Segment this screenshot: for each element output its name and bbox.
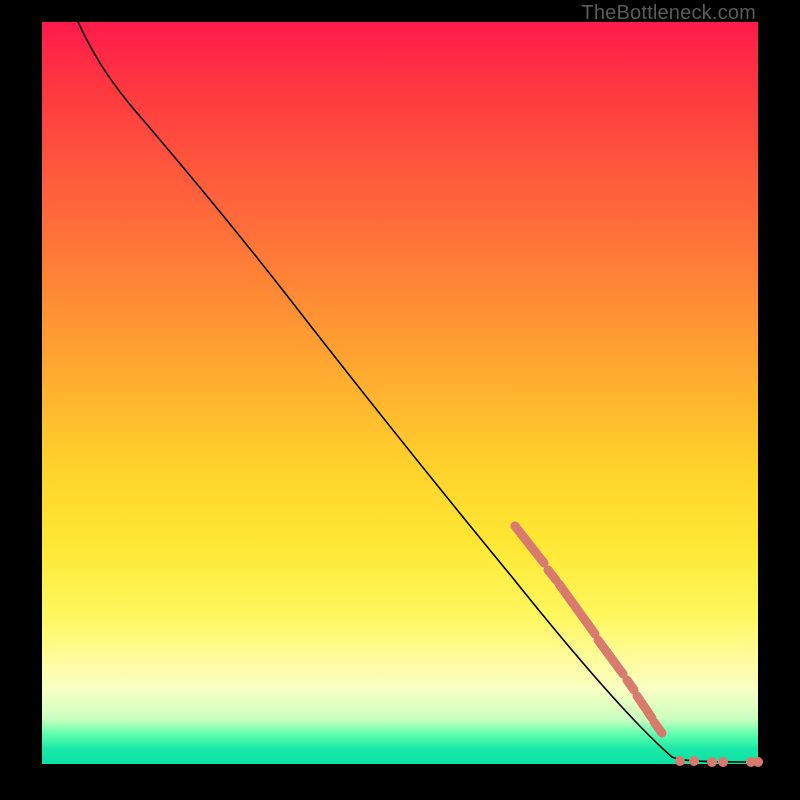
highlight-dash — [559, 584, 595, 634]
highlight-dash — [515, 526, 544, 563]
chart-frame: TheBottleneck.com — [0, 0, 800, 800]
plot-area — [42, 22, 758, 764]
main-curve — [78, 22, 758, 762]
highlight-dash — [598, 640, 623, 674]
curve-svg — [42, 22, 758, 764]
highlight-dash — [548, 570, 556, 580]
highlight-marker — [675, 756, 685, 766]
highlight-marker — [707, 757, 717, 767]
highlight-marker — [689, 756, 699, 766]
highlight-dash — [627, 680, 634, 690]
highlight-marker — [718, 757, 728, 767]
highlight-dash — [637, 696, 652, 718]
watermark-text: TheBottleneck.com — [581, 2, 756, 25]
highlight-marker — [753, 757, 763, 767]
highlight-dash — [654, 722, 662, 733]
